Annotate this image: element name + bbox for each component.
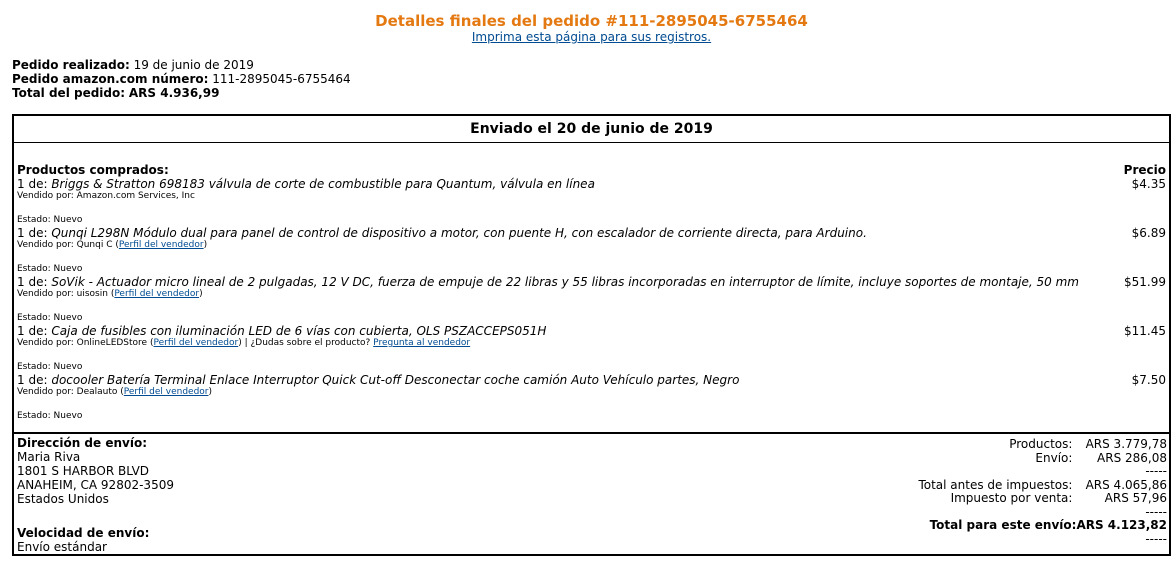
address-label: Dirección de envío: <box>17 436 148 450</box>
shipment-box: Enviado el 20 de junio de 2019 Productos… <box>12 114 1171 556</box>
separator-dashes: ----- <box>1145 464 1167 478</box>
item-price: $51.99 <box>1124 275 1166 289</box>
separator-dashes: ----- <box>1145 504 1167 519</box>
item-seller-row: Vendido por: uisosin (Perfil del vendedo… <box>17 289 203 299</box>
item-line: 1 de: docooler Batería Terminal Enlace I… <box>17 373 1166 387</box>
item-qty: 1 de: <box>17 177 48 191</box>
order-number-label: Pedido amazon.com número: <box>12 72 209 86</box>
item-name: SoVik - Actuador micro lineal de 2 pulga… <box>51 275 1079 289</box>
item-qty: 1 de: <box>17 373 48 387</box>
item-line: 1 de: Caja de fusibles con iluminación L… <box>17 324 1166 338</box>
item-qty: 1 de: <box>17 226 48 240</box>
tax-value: ARS 57,96 <box>1104 491 1167 505</box>
pretax-label: Total antes de impuestos: <box>918 477 1073 492</box>
print-link-container: Imprima esta página para sus registros. <box>0 30 1176 44</box>
price-label: Precio <box>1123 163 1166 177</box>
seller-profile-link[interactable]: Perfil del vendedor <box>119 240 204 250</box>
order-date-row: Pedido realizado: 19 de junio de 2019 <box>12 58 351 72</box>
order-total-row: Total del pedido: ARS 4.936,99 <box>12 86 351 100</box>
products-label: Productos comprados: <box>17 163 169 177</box>
item-status: Estado: Nuevo <box>17 411 83 421</box>
shipping-cost-value: ARS 286,08 <box>1097 450 1167 465</box>
item-line: 1 de: SoVik - Actuador micro lineal de 2… <box>17 275 1166 289</box>
address-city: ANAHEIM, CA 92802-3509 <box>17 478 174 492</box>
products-section: Productos comprados: Precio 1 de: Briggs… <box>14 163 1169 422</box>
item-qty: 1 de: <box>17 324 48 338</box>
separator-dashes: ----- <box>1145 531 1167 546</box>
item-status: Estado: Nuevo <box>17 215 83 225</box>
products-total-value: ARS 3.779,78 <box>1085 437 1167 451</box>
order-date-label: Pedido realizado: <box>12 58 130 72</box>
shipment-total-value: ARS 4.123,82 <box>1076 518 1167 532</box>
item-seller: Vendido por: Amazon.com Services, Inc <box>17 191 195 201</box>
shipment-heading: Enviado el 20 de junio de 2019 <box>14 116 1169 143</box>
order-totals: Productos: ARS 3.779,78 Envío: ARS 286,08 … <box>918 437 1167 546</box>
products-header: Productos comprados: Precio <box>17 163 1166 177</box>
order-total-label: Total del pedido: <box>12 86 126 100</box>
item-seller: Vendido por: Dealauto <box>17 387 118 397</box>
tax-label: Impuesto por venta: <box>950 491 1073 505</box>
item-status: Estado: Nuevo <box>17 313 83 323</box>
item-status: Estado: Nuevo <box>17 362 83 372</box>
item-seller-row: Vendido por: Dealauto (Perfil del vended… <box>17 387 213 397</box>
print-page-link[interactable]: Imprima esta página para sus registros. <box>472 30 711 44</box>
item-line: 1 de: Briggs & Stratton 698183 válvula d… <box>17 177 1166 191</box>
order-number-value: 111-2895045-6755464 <box>212 72 351 86</box>
shipping-speed-value: Envío estándar <box>17 540 107 554</box>
item-name: Caja de fusibles con iluminación LED de … <box>51 324 547 338</box>
item-seller: Vendido por: uisosin <box>17 289 108 299</box>
item-name: Qunqi L298N Módulo dual para panel de co… <box>51 226 867 240</box>
item-qty: 1 de: <box>17 275 48 289</box>
section-divider <box>14 432 1169 434</box>
seller-profile-link[interactable]: Perfil del vendedor <box>153 338 238 348</box>
item-price: $11.45 <box>1124 324 1166 338</box>
shipping-speed-label: Velocidad de envío: <box>17 526 150 540</box>
item-seller: Vendido por: OnlineLEDStore <box>17 338 148 348</box>
shipment-total-label: Total para este envío: <box>929 518 1077 532</box>
item-seller-row: Vendido por: OnlineLEDStore (Perfil del … <box>17 338 471 348</box>
list-item: 1 de: Briggs & Stratton 698183 válvula d… <box>17 177 1166 226</box>
item-line: 1 de: Qunqi L298N Módulo dual para panel… <box>17 226 1166 240</box>
address-country: Estados Unidos <box>17 492 109 506</box>
item-question: | ¿Dudas sobre el producto? <box>244 338 371 348</box>
seller-profile-link[interactable]: Perfil del vendedor <box>124 387 209 397</box>
address-name: Maria Riva <box>17 450 81 464</box>
order-number-row: Pedido amazon.com número: 111-2895045-67… <box>12 72 351 86</box>
shipping-address: Dirección de envío: Maria Riva 1801 S HA… <box>17 436 174 554</box>
ask-seller-link[interactable]: Pregunta al vendedor <box>373 338 470 348</box>
address-street: 1801 S HARBOR BLVD <box>17 464 150 478</box>
page-title: Detalles finales del pedido #111-2895045… <box>375 12 808 30</box>
item-name: docooler Batería Terminal Enlace Interru… <box>51 373 740 387</box>
pretax-value: ARS 4.065,86 <box>1085 477 1167 492</box>
item-seller: Vendido por: Qunqi C <box>17 240 113 250</box>
order-total-value: ARS 4.936,99 <box>128 86 220 100</box>
item-price: $4.35 <box>1131 177 1166 191</box>
item-price: $7.50 <box>1131 373 1166 387</box>
item-status: Estado: Nuevo <box>17 264 83 274</box>
seller-profile-link[interactable]: Perfil del vendedor <box>114 289 199 299</box>
shipping-cost-label: Envío: <box>1035 450 1073 465</box>
products-total-label: Productos: <box>1009 437 1073 451</box>
list-item: 1 de: docooler Batería Terminal Enlace I… <box>17 373 1166 422</box>
list-item: 1 de: Qunqi L298N Módulo dual para panel… <box>17 226 1166 275</box>
order-date-value: 19 de junio de 2019 <box>133 58 254 72</box>
item-price: $6.89 <box>1131 226 1166 240</box>
item-seller-row: Vendido por: Qunqi C (Perfil del vendedo… <box>17 240 208 250</box>
list-item: 1 de: SoVik - Actuador micro lineal de 2… <box>17 275 1166 324</box>
item-name: Briggs & Stratton 698183 válvula de cort… <box>51 177 595 191</box>
list-item: 1 de: Caja de fusibles con iluminación L… <box>17 324 1166 373</box>
order-summary: Pedido realizado: 19 de junio de 2019 Pe… <box>12 58 351 100</box>
